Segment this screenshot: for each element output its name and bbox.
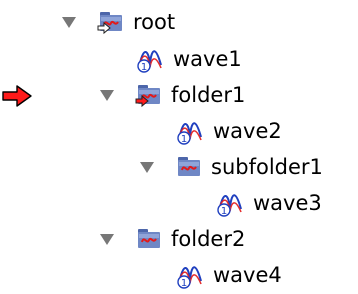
data-browser-tree: root 1 wave1 folder1 1 wave2 subfolder1 … xyxy=(0,0,358,289)
tree-item-wave1[interactable]: 1 wave1 xyxy=(136,41,242,77)
tree-item-label: root xyxy=(133,9,176,34)
tree-item-root[interactable]: root xyxy=(60,4,175,40)
tree-item-label: folder2 xyxy=(171,226,246,251)
tree-item-folder2[interactable]: folder2 xyxy=(98,221,245,257)
wave-icon: 1 xyxy=(176,261,204,289)
folder-icon xyxy=(96,8,124,36)
disclosure-triangle-down-icon[interactable] xyxy=(98,230,116,248)
tree-item-wave3[interactable]: 1 wave3 xyxy=(216,185,322,221)
svg-text:1: 1 xyxy=(181,134,187,145)
folder-icon xyxy=(134,225,162,253)
svg-text:1: 1 xyxy=(181,278,187,289)
red-arrow-pointer-icon xyxy=(2,85,32,107)
wave-icon: 1 xyxy=(216,189,244,217)
tree-item-label: wave4 xyxy=(213,262,282,287)
tree-item-wave2[interactable]: 1 wave2 xyxy=(176,113,282,149)
tree-item-folder1[interactable]: folder1 xyxy=(98,77,245,113)
wave-icon: 1 xyxy=(136,45,164,73)
folder-icon xyxy=(134,81,162,109)
svg-text:1: 1 xyxy=(221,206,227,217)
disclosure-triangle-down-icon[interactable] xyxy=(98,86,116,104)
disclosure-triangle-down-icon[interactable] xyxy=(60,13,78,31)
tree-item-label: wave2 xyxy=(213,118,282,143)
wave-icon: 1 xyxy=(176,117,204,145)
tree-item-subfolder1[interactable]: subfolder1 xyxy=(138,149,323,185)
tree-item-label: folder1 xyxy=(171,82,246,107)
disclosure-triangle-down-icon[interactable] xyxy=(138,158,156,176)
svg-text:1: 1 xyxy=(141,62,147,73)
tree-item-label: subfolder1 xyxy=(211,154,323,179)
folder-icon xyxy=(174,153,202,181)
tree-item-label: wave1 xyxy=(173,46,242,71)
tree-item-label: wave3 xyxy=(253,190,322,215)
